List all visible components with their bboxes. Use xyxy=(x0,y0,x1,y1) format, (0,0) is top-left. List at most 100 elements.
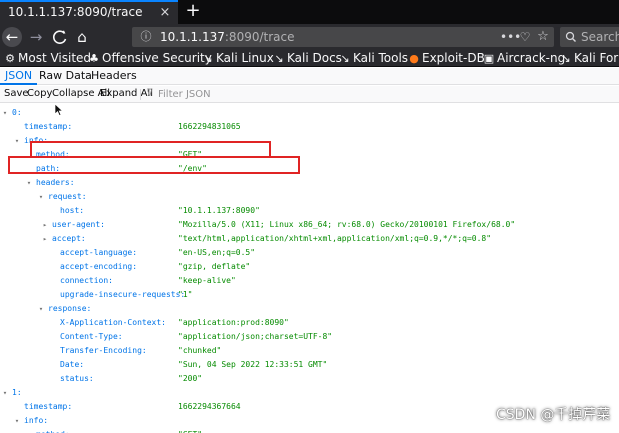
site-info-icon[interactable]: ⓘ xyxy=(138,29,154,45)
json-toolbar: Save Copy Collapse All Expand All ⊽ xyxy=(0,86,619,103)
json-row[interactable]: ▸ user-agent: "Mozilla/5.0 (X11; Linux x86… xyxy=(0,218,619,232)
collapsed-triangle-icon[interactable]: ▸ xyxy=(41,218,49,232)
search-placeholder: Search xyxy=(581,30,619,44)
expand-triangle-icon[interactable]: ▾ xyxy=(13,414,21,428)
tab-bar: 10.1.1.137:8090/trace × + xyxy=(0,0,619,24)
close-tab-icon[interactable]: × xyxy=(157,2,173,24)
bookmark-label: Kali Linux xyxy=(216,51,274,65)
json-key: 0: xyxy=(12,108,22,117)
json-row[interactable]: connection: "keep-alive" xyxy=(0,274,619,288)
json-key: accept: xyxy=(52,234,86,243)
search-icon xyxy=(565,27,579,47)
json-key: user-agent: xyxy=(52,220,105,229)
bookmark-exploit-db[interactable]: ● Exploit-DB xyxy=(408,50,485,67)
bookmark-kali-forums[interactable]: ↘Kali Foru xyxy=(560,50,619,67)
new-tab-plus-icon[interactable]: + xyxy=(182,0,204,24)
json-row[interactable]: host: "10.1.1.137:8090" xyxy=(0,204,619,218)
expand-triangle-icon[interactable]: ▾ xyxy=(37,302,45,316)
json-value: 1662294831065 xyxy=(178,122,241,131)
json-key: 1: xyxy=(12,388,22,397)
json-row[interactable]: ▸ accept: "text/html,application/xhtml+xml… xyxy=(0,232,619,246)
home-icon[interactable]: ⌂ xyxy=(72,27,92,47)
kali-icon: ↘ xyxy=(561,52,571,65)
bookmark-kali-linux[interactable]: ↘ Kali Linux xyxy=(202,50,274,67)
json-row[interactable]: status: "200" xyxy=(0,372,619,386)
json-row[interactable]: upgrade-insecure-requests: "1" xyxy=(0,288,619,302)
bookmark-label: Kali Tools xyxy=(353,51,409,65)
tab-headers[interactable]: Headers xyxy=(86,68,142,85)
json-value: "GET" xyxy=(178,428,202,433)
address-bar[interactable]: ⓘ 10.1.1.137:8090/trace ••• ♡ ☆ xyxy=(132,27,554,47)
search-bar[interactable]: Search xyxy=(560,27,619,47)
bookmark-kali-docs[interactable]: ↘ Kali Docs xyxy=(273,50,342,67)
url-host: 10.1.1.137 xyxy=(160,30,225,44)
json-row[interactable]: Transfer-Encoding: "chunked" xyxy=(0,344,619,358)
reload-arrow-svg xyxy=(53,30,67,44)
json-key: host: xyxy=(60,206,85,215)
json-key: info: xyxy=(24,416,49,425)
json-value: "application/json;charset=UTF-8" xyxy=(178,332,333,341)
json-key: request: xyxy=(48,192,87,201)
json-row[interactable]: method: "GET" xyxy=(0,428,619,433)
json-row[interactable]: ▾ request: xyxy=(0,190,619,204)
reload-icon[interactable] xyxy=(50,27,70,47)
json-value: "en-US,en;q=0.5" xyxy=(178,248,256,257)
bookmark-label: Kali Foru xyxy=(574,51,619,65)
tab-json[interactable]: JSON xyxy=(0,68,38,85)
bookmarks-toolbar: ⚙ Most Visited ♣ Offensive Security ↘ Kali … xyxy=(0,50,619,67)
json-value: "1" xyxy=(178,290,193,299)
collapsed-triangle-icon[interactable]: ▸ xyxy=(41,232,49,246)
bookmark-label: Kali Docs xyxy=(287,51,342,65)
json-row[interactable]: accept-language: "en-US,en;q=0.5" xyxy=(0,246,619,260)
json-value: "application:prod:8090" xyxy=(178,318,289,327)
tab-title: 10.1.1.137:8090/trace xyxy=(8,5,143,19)
json-row[interactable]: accept-encoding: "gzip, deflate" xyxy=(0,260,619,274)
toolbar-divider xyxy=(140,89,141,100)
json-row[interactable]: Content-Type: "application/json;charset=U… xyxy=(0,330,619,344)
json-row[interactable]: X-Application-Context: "application:prod:… xyxy=(0,316,619,330)
forward-arrow-icon[interactable]: → xyxy=(26,27,46,47)
address-url[interactable]: 10.1.1.137:8090/trace xyxy=(160,27,295,47)
bookmark-star-icon[interactable]: ☆ xyxy=(535,27,551,47)
json-key: timestamp: xyxy=(24,122,73,131)
bookmark-aircrack-ng[interactable]: ▣ Aircrack-ng xyxy=(483,50,565,67)
json-row[interactable]: ▾ response: xyxy=(0,302,619,316)
json-value: "10.1.1.137:8090" xyxy=(178,206,260,215)
tab-trace[interactable]: 10.1.1.137:8090/trace × xyxy=(0,0,178,24)
json-row[interactable]: ▾ headers: xyxy=(0,176,619,190)
json-key: status: xyxy=(60,374,94,383)
expand-triangle-icon[interactable]: ▾ xyxy=(37,190,45,204)
filter-json-input[interactable] xyxy=(158,88,278,101)
expand-triangle-icon[interactable]: ▾ xyxy=(25,176,33,190)
bookmark-label: Aircrack-ng xyxy=(497,51,566,65)
kali-icon: ↘ xyxy=(274,52,284,65)
bookmark-kali-tools[interactable]: ↘ Kali Tools xyxy=(339,50,408,67)
json-key: Content-Type: xyxy=(60,332,123,341)
json-row[interactable]: Date: "Sun, 04 Sep 2022 12:33:51 GMT" xyxy=(0,358,619,372)
expand-triangle-icon[interactable]: ▾ xyxy=(1,386,9,400)
pocket-icon[interactable]: ♡ xyxy=(517,27,533,47)
back-arrow-icon[interactable]: ← xyxy=(2,27,22,47)
expand-triangle-icon[interactable]: ▾ xyxy=(13,134,21,148)
aircrack-icon: ▣ xyxy=(483,52,495,65)
json-value: "text/html,application/xhtml+xml,applica… xyxy=(178,234,492,243)
bookmark-label: Most Visited xyxy=(18,51,92,65)
page-actions-icon[interactable]: ••• xyxy=(500,27,521,47)
json-key: accept-language: xyxy=(60,248,138,257)
offsec-icon: ♣ xyxy=(89,52,99,65)
expand-triangle-icon[interactable]: ▾ xyxy=(1,106,9,120)
url-path: :8090/trace xyxy=(224,30,295,44)
json-value: "Mozilla/5.0 (X11; Linux x86_64; rv:68.0… xyxy=(178,220,516,229)
json-key: connection: xyxy=(60,276,113,285)
bookmark-label: Offensive Security xyxy=(102,51,212,65)
json-viewer-tabs: JSON Raw Data Headers xyxy=(0,68,619,85)
json-row[interactable]: ▾ 0: xyxy=(0,106,619,120)
json-value: "keep-alive" xyxy=(178,276,236,285)
json-key: X-Application-Context: xyxy=(60,318,166,327)
bookmark-offensive-security[interactable]: ♣ Offensive Security xyxy=(88,50,212,67)
kali-icon: ↘ xyxy=(203,52,213,65)
json-row[interactable]: ▾ 1: xyxy=(0,386,619,400)
bookmark-most-visited[interactable]: ⚙ Most Visited xyxy=(4,50,91,67)
json-row[interactable]: timestamp: 1662294831065 xyxy=(0,120,619,134)
json-key: method: xyxy=(36,428,70,433)
